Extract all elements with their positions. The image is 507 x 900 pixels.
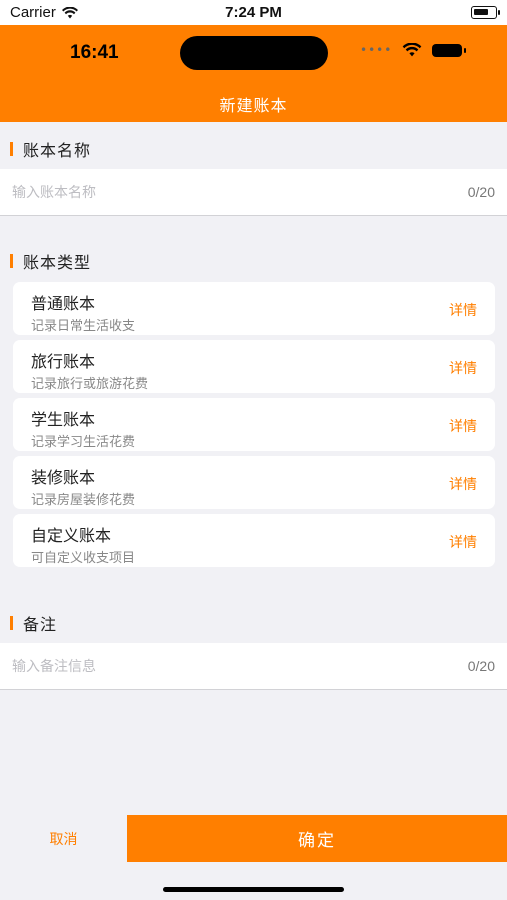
home-indicator[interactable] bbox=[163, 887, 344, 892]
book-type-name: 装修账本 bbox=[31, 468, 96, 487]
book-name-counter: 0/20 bbox=[467, 184, 495, 200]
section-marker bbox=[10, 254, 13, 268]
device-status-icons: •••• bbox=[360, 43, 467, 57]
section-label-type: 账本类型 bbox=[10, 249, 91, 273]
detail-link[interactable]: 详情 bbox=[449, 416, 477, 436]
book-type-name: 自定义账本 bbox=[31, 526, 112, 545]
cancel-button[interactable]: 取消 bbox=[0, 815, 127, 862]
battery-icon bbox=[471, 6, 500, 19]
book-type-desc: 可自定义收支项目 bbox=[31, 551, 136, 566]
book-type-item[interactable]: 普通账本 记录日常生活收支 详情 bbox=[13, 282, 495, 335]
dynamic-island bbox=[180, 36, 328, 70]
note-input[interactable] bbox=[12, 655, 392, 679]
section-label-text: 账本类型 bbox=[23, 253, 92, 272]
book-type-desc: 记录旅行或旅游花费 bbox=[31, 377, 149, 392]
confirm-button[interactable]: 确定 bbox=[127, 815, 507, 862]
book-type-item[interactable]: 学生账本 记录学习生活花费 详情 bbox=[13, 398, 495, 451]
detail-link[interactable]: 详情 bbox=[449, 358, 477, 378]
nav-header: 16:41 •••• 新建账本 bbox=[0, 25, 507, 122]
book-type-name: 旅行账本 bbox=[31, 352, 96, 371]
battery-icon bbox=[432, 43, 467, 57]
detail-link[interactable]: 详情 bbox=[449, 300, 477, 320]
section-marker bbox=[10, 616, 13, 630]
book-type-list: 普通账本 记录日常生活收支 详情 旅行账本 记录旅行或旅游花费 详情 学生账本 … bbox=[13, 282, 495, 572]
page-title: 新建账本 bbox=[219, 96, 288, 115]
book-type-desc: 记录日常生活收支 bbox=[31, 319, 136, 334]
section-label-note: 备注 bbox=[10, 611, 57, 635]
book-type-desc: 记录房屋装修花费 bbox=[31, 493, 136, 508]
book-name-input[interactable] bbox=[12, 181, 392, 205]
wifi-icon bbox=[402, 43, 422, 57]
note-row: 0/20 bbox=[0, 643, 507, 690]
section-label-text: 账本名称 bbox=[23, 141, 92, 160]
section-marker bbox=[10, 142, 13, 156]
book-name-row: 0/20 bbox=[0, 169, 507, 216]
book-type-desc: 记录学习生活花费 bbox=[31, 435, 136, 450]
detail-link[interactable]: 详情 bbox=[449, 474, 477, 494]
simulator-time: 7:24 PM bbox=[225, 4, 282, 21]
book-type-item[interactable]: 旅行账本 记录旅行或旅游花费 详情 bbox=[13, 340, 495, 393]
section-label-text: 备注 bbox=[23, 615, 58, 634]
book-type-name: 普通账本 bbox=[31, 294, 96, 313]
book-type-item[interactable]: 装修账本 记录房屋装修花费 详情 bbox=[13, 456, 495, 509]
section-label-name: 账本名称 bbox=[10, 137, 91, 161]
detail-link[interactable]: 详情 bbox=[449, 532, 477, 552]
simulator-status-bar: Carrier 7:24 PM bbox=[0, 0, 507, 25]
book-type-item[interactable]: 自定义账本 可自定义收支项目 详情 bbox=[13, 514, 495, 567]
book-type-name: 学生账本 bbox=[31, 410, 96, 429]
note-counter: 0/20 bbox=[467, 658, 495, 674]
device-time: 16:41 bbox=[70, 42, 119, 63]
cellular-signal-icon: •••• bbox=[360, 43, 393, 57]
